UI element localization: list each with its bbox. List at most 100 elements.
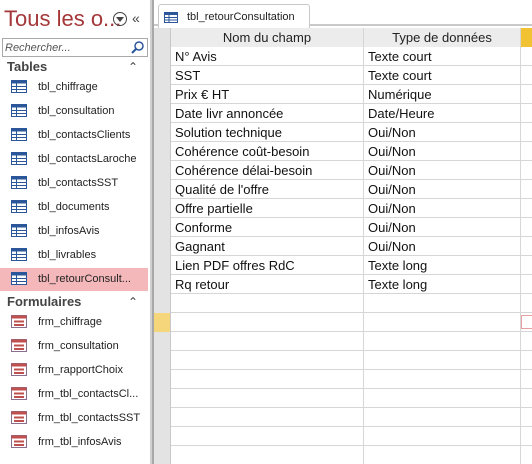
row-selector[interactable] xyxy=(154,85,171,104)
description-cell[interactable] xyxy=(521,294,532,313)
data-type-cell[interactable]: Oui/Non xyxy=(364,123,521,142)
field-name-cell[interactable] xyxy=(171,351,364,370)
section-header-1[interactable]: Formulaires ⌃ xyxy=(0,293,150,311)
field-name-cell[interactable]: Cohérence délai-besoin xyxy=(171,161,364,180)
field-name-cell[interactable] xyxy=(171,446,364,464)
chevron-down-icon[interactable] xyxy=(113,12,127,26)
row-selector[interactable] xyxy=(154,351,171,370)
tab-tbl-retourconsultation[interactable]: tbl_retourConsultation xyxy=(158,4,310,28)
row-selector[interactable] xyxy=(154,218,171,237)
field-name-cell[interactable]: Prix € HT xyxy=(171,85,364,104)
field-name-cell[interactable]: Cohérence coût-besoin xyxy=(171,142,364,161)
table-row[interactable]: N° Avis Texte court xyxy=(154,47,532,66)
field-name-cell[interactable]: SST xyxy=(171,66,364,85)
nav-item[interactable]: tbl_chiffrage xyxy=(0,76,148,99)
search-icon[interactable] xyxy=(130,40,146,55)
field-name-cell[interactable]: Gagnant xyxy=(171,237,364,256)
chevron-up-icon[interactable]: ⌃ xyxy=(128,60,138,74)
field-name-cell[interactable] xyxy=(171,427,364,446)
table-row[interactable]: Cohérence coût-besoin Oui/Non xyxy=(154,142,532,161)
chevron-up-icon[interactable]: ⌃ xyxy=(128,295,138,309)
row-selector[interactable] xyxy=(154,104,171,123)
nav-item[interactable]: tbl_infosAvis xyxy=(0,220,148,243)
nav-item[interactable]: frm_tbl_infosAvis xyxy=(0,431,148,454)
data-type-cell[interactable]: Texte long xyxy=(364,256,521,275)
field-name-cell[interactable]: Date livr annoncée xyxy=(171,104,364,123)
row-selector[interactable] xyxy=(154,256,171,275)
description-cell[interactable] xyxy=(521,275,532,294)
row-selector[interactable] xyxy=(154,47,171,66)
nav-item[interactable]: tbl_contactsLaroche xyxy=(0,148,148,171)
table-row[interactable]: Solution technique Oui/Non xyxy=(154,123,532,142)
data-type-cell[interactable] xyxy=(364,389,521,408)
row-selector[interactable] xyxy=(154,389,171,408)
table-row[interactable] xyxy=(154,446,532,464)
row-selector[interactable] xyxy=(154,66,171,85)
description-cell[interactable] xyxy=(521,332,532,351)
row-selector[interactable] xyxy=(154,370,171,389)
row-selector[interactable] xyxy=(154,142,171,161)
description-cell[interactable] xyxy=(521,408,532,427)
field-name-cell[interactable]: Offre partielle xyxy=(171,199,364,218)
description-cell[interactable] xyxy=(521,237,532,256)
field-name-cell[interactable]: Conforme xyxy=(171,218,364,237)
row-selector[interactable] xyxy=(154,275,171,294)
description-cell[interactable] xyxy=(521,180,532,199)
description-cell[interactable] xyxy=(521,370,532,389)
table-row[interactable] xyxy=(154,294,532,313)
table-row[interactable]: Date livr annoncée Date/Heure xyxy=(154,104,532,123)
row-selector[interactable] xyxy=(154,180,171,199)
field-name-cell[interactable]: N° Avis xyxy=(171,47,364,66)
description-cell[interactable] xyxy=(521,161,532,180)
field-name-cell[interactable]: Qualité de l'offre xyxy=(171,180,364,199)
data-type-cell[interactable]: Oui/Non xyxy=(364,142,521,161)
data-type-cell[interactable] xyxy=(364,294,521,313)
data-type-cell[interactable] xyxy=(364,408,521,427)
description-cell[interactable] xyxy=(521,104,532,123)
data-type-cell[interactable] xyxy=(364,313,521,332)
row-selector[interactable] xyxy=(154,427,171,446)
data-type-cell[interactable]: Oui/Non xyxy=(364,237,521,256)
collapse-pane-icon[interactable]: « xyxy=(132,10,140,26)
description-cell[interactable] xyxy=(521,256,532,275)
description-cell[interactable] xyxy=(521,142,532,161)
row-selector[interactable] xyxy=(154,237,171,256)
table-row[interactable] xyxy=(154,427,532,446)
field-name-cell[interactable] xyxy=(171,408,364,427)
description-cell[interactable] xyxy=(521,47,532,66)
table-row[interactable]: Prix € HT Numérique xyxy=(154,85,532,104)
table-row[interactable]: Lien PDF offres RdC Texte long xyxy=(154,256,532,275)
description-cell[interactable] xyxy=(521,199,532,218)
row-selector[interactable] xyxy=(154,408,171,427)
data-type-cell[interactable]: Texte long xyxy=(364,275,521,294)
table-row[interactable]: Cohérence délai-besoin Oui/Non xyxy=(154,161,532,180)
field-name-cell[interactable] xyxy=(171,389,364,408)
data-type-cell[interactable]: Date/Heure xyxy=(364,104,521,123)
nav-item[interactable]: tbl_contactsClients xyxy=(0,124,148,147)
nav-item[interactable]: tbl_documents xyxy=(0,196,148,219)
nav-item[interactable]: frm_tbl_contactsSST xyxy=(0,407,148,430)
nav-item[interactable]: tbl_livrables xyxy=(0,244,148,267)
table-row[interactable] xyxy=(154,332,532,351)
data-type-cell[interactable]: Oui/Non xyxy=(364,218,521,237)
nav-title[interactable]: Tous les o... xyxy=(4,6,121,32)
nav-item[interactable]: frm_rapportChoix xyxy=(0,359,148,382)
nav-item[interactable]: tbl_contactsSST xyxy=(0,172,148,195)
description-cell[interactable] xyxy=(521,66,532,85)
table-row[interactable] xyxy=(154,351,532,370)
data-type-cell[interactable]: Numérique xyxy=(364,85,521,104)
data-type-cell[interactable] xyxy=(364,370,521,389)
field-name-cell[interactable] xyxy=(171,370,364,389)
data-type-cell[interactable] xyxy=(364,446,521,464)
table-row[interactable]: Conforme Oui/Non xyxy=(154,218,532,237)
section-header-0[interactable]: Tables ⌃ xyxy=(0,58,150,76)
description-cell[interactable] xyxy=(521,351,532,370)
table-row[interactable] xyxy=(154,313,532,332)
field-name-cell[interactable]: Solution technique xyxy=(171,123,364,142)
table-row[interactable] xyxy=(154,408,532,427)
row-selector[interactable] xyxy=(154,446,171,464)
description-cell[interactable] xyxy=(521,446,532,464)
field-name-cell[interactable] xyxy=(171,294,364,313)
description-cell[interactable] xyxy=(521,389,532,408)
table-row[interactable]: Gagnant Oui/Non xyxy=(154,237,532,256)
